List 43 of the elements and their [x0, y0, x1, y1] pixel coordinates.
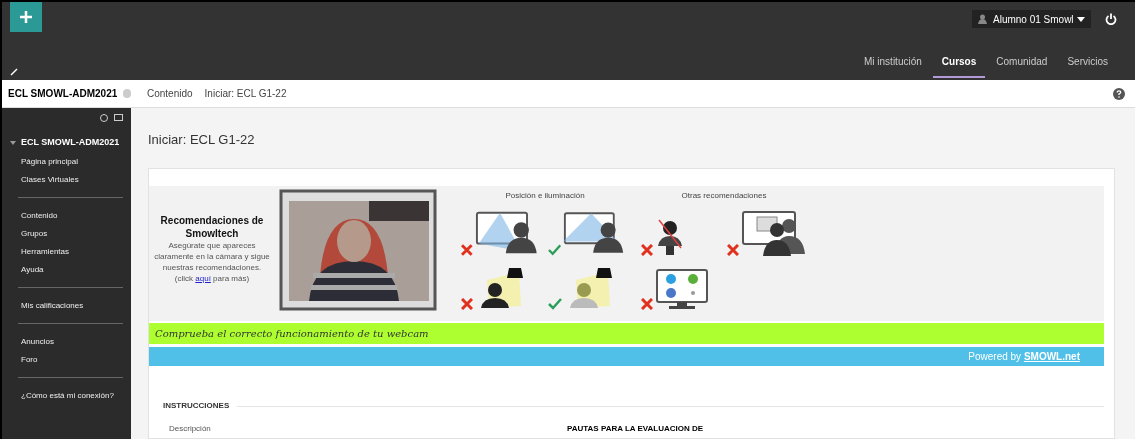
breadcrumb-link[interactable]: Iniciar: ECL G1-22	[204, 86, 287, 101]
more-info-text: (click aquí para más)	[174, 273, 250, 284]
sidebar-link[interactable]: ¿Cómo está mi conexión?	[21, 386, 123, 405]
sidebar-link[interactable]: Herramientas	[21, 242, 123, 261]
nav-tab[interactable]: Servicios	[1058, 48, 1117, 78]
sidebar-link[interactable]: Clases Virtuales	[21, 170, 123, 189]
recommendations-title: Recomendaciones de Smowltech	[159, 214, 265, 240]
nav-tab[interactable]: Cursos	[932, 48, 986, 78]
nav-tab[interactable]: Mi institución	[855, 48, 931, 78]
section-heading: INSTRUCCIONES	[163, 400, 230, 412]
page-title: Iniciar: ECL G1-22	[148, 131, 256, 149]
recommendations-text: Asegúrate que apareces claramente en la cámara y sigue nuestras recomendaciones.	[153, 240, 271, 273]
power-icon[interactable]	[1105, 13, 1117, 25]
help-icon[interactable]	[1113, 87, 1125, 100]
field-label: Descripción	[169, 424, 212, 434]
monitor-people-drawing	[741, 210, 807, 256]
user-name: Alumno 01 Smowl	[993, 12, 1071, 27]
user-icon	[978, 14, 987, 24]
sidebar-link[interactable]: Ayuda	[21, 260, 123, 279]
collapse-icon[interactable]	[10, 140, 16, 145]
sidebar-link[interactable]: Anuncios	[21, 332, 123, 351]
course-title[interactable]: ECL SMOWL-ADM2021	[21, 136, 120, 150]
sidebar-link[interactable]: Contenido	[21, 206, 123, 225]
more-info-link[interactable]: aquí	[195, 274, 211, 283]
sidebar-link[interactable]: Grupos	[21, 224, 123, 243]
disguised-person-drawing	[655, 218, 685, 256]
breadcrumb-link[interactable]: Contenido	[147, 86, 193, 101]
powered-by-text: Powered by SMOWL.net	[968, 350, 1080, 364]
logo-icon[interactable]	[10, 2, 42, 32]
sidebar-link[interactable]: Página principal	[21, 152, 123, 171]
description-text: PAUTAS PARA LA EVALUACION DE	[567, 424, 704, 434]
user-menu[interactable]: Alumno 01 Smowl	[972, 10, 1091, 28]
sidebar-link[interactable]: Foro	[21, 350, 123, 369]
sidebar-link[interactable]: Mis calificaciones	[21, 296, 123, 315]
section-title: Posición e iluminación	[505, 190, 585, 202]
caret-icon	[1077, 16, 1085, 22]
webcam-check-banner[interactable]: Comprueba el correcto funcionamiento de tu webcam	[149, 323, 1104, 344]
folder-icon[interactable]	[114, 114, 123, 121]
monitor-apps-drawing	[655, 268, 709, 310]
course-link[interactable]: ECL SMOWL-ADM2021	[8, 86, 118, 101]
nav-tab[interactable]: Comunidad	[987, 48, 1057, 78]
section-title: Otras recomendaciones	[681, 190, 767, 202]
pencil-icon[interactable]	[10, 68, 18, 76]
